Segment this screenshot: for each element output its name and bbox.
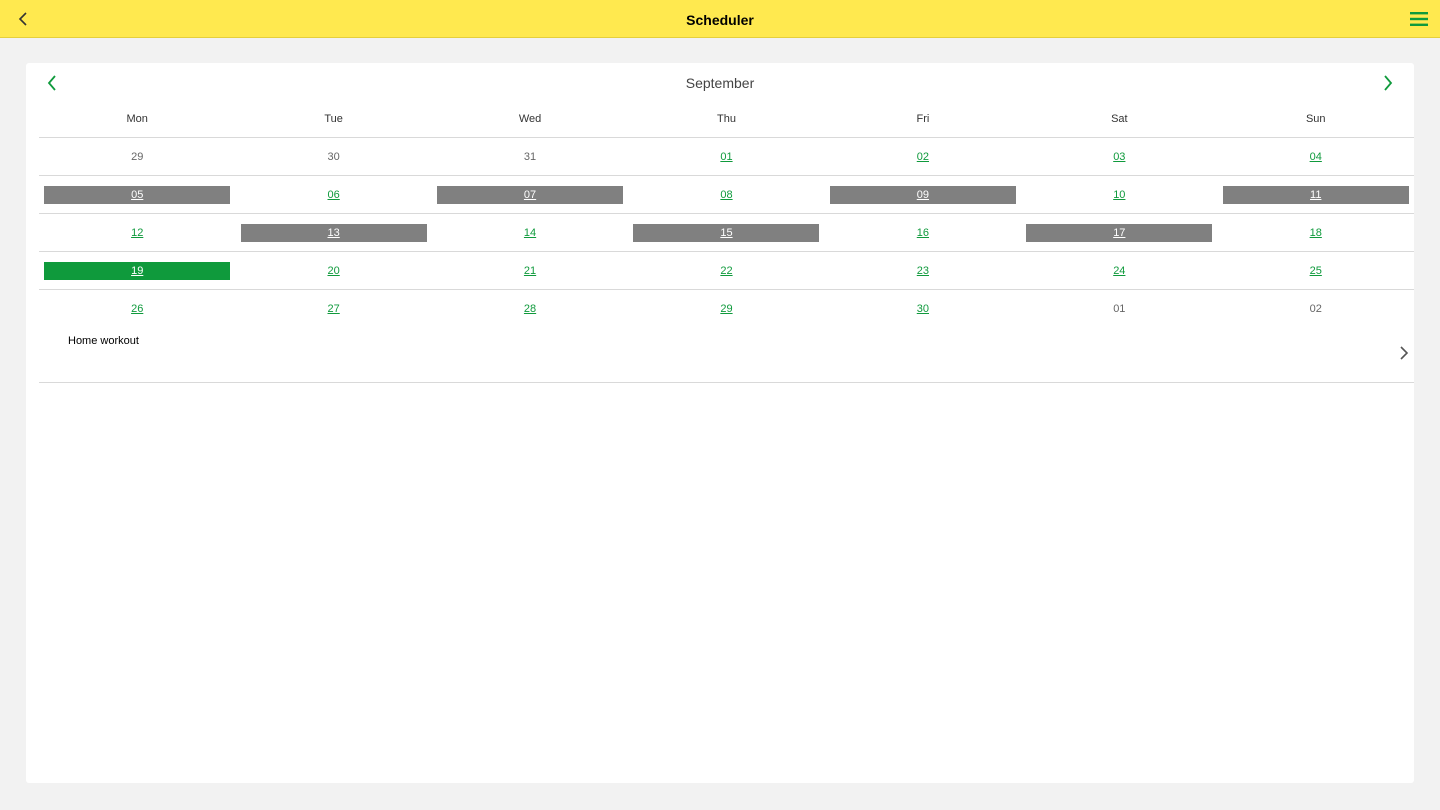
calendar-day-link[interactable]: 06 (241, 186, 427, 204)
calendar-day-other: 29 (131, 150, 144, 163)
calendar-day-cell: 23 (825, 252, 1021, 289)
weekday-label: Mon (126, 113, 148, 125)
calendar-day-link[interactable]: 20 (241, 262, 427, 280)
next-month-button[interactable] (1376, 71, 1400, 95)
calendar-day-cell: 01 (628, 138, 824, 175)
calendar-weeks: 29 30 31 01 02 03 04 05 06 07 08 09 10 11 12 13 14 15 16 17… (39, 138, 1414, 327)
calendar-day-cell: 02 (825, 138, 1021, 175)
calendar-day-cell: 27 (235, 290, 431, 327)
event-label: Home workout (68, 335, 139, 347)
calendar-day-cell: 02 (1218, 290, 1414, 327)
calendar-day-link[interactable]: 22 (633, 262, 819, 280)
calendar-day-link[interactable]: 28 (437, 300, 623, 318)
calendar-day-link[interactable]: 16 (830, 224, 1016, 242)
calendar-day-cell: 01 (1021, 290, 1217, 327)
calendar-week-row: 26 27 28 29 30 01 02 (39, 290, 1414, 327)
calendar-day-link[interactable]: 04 (1223, 148, 1409, 166)
calendar-day-cell: 16 (825, 214, 1021, 251)
weekday-label: Wed (518, 113, 542, 125)
weekday-label: Fri (916, 113, 930, 125)
calendar-day-cell: 10 (1021, 176, 1217, 213)
calendar-day-cell: 17 (1021, 214, 1217, 251)
calendar-day-link[interactable]: 27 (241, 300, 427, 318)
weekday-label: Tue (324, 113, 343, 125)
calendar-day-other: 02 (1309, 302, 1322, 315)
calendar-day-cell: 24 (1021, 252, 1217, 289)
calendar-day-cell: 29 (39, 138, 235, 175)
calendar-day-cell: 15 (628, 214, 824, 251)
chevron-right-icon (1398, 345, 1410, 361)
calendar-day-link[interactable]: 29 (633, 300, 819, 318)
calendar-day-cell: 31 (432, 138, 628, 175)
calendar-week-row: 19 20 21 22 23 24 25 (39, 252, 1414, 290)
calendar-grid: Mon Tue Wed Thu Fri Sat Sun 29 30 31 01 02 03… (39, 101, 1414, 327)
calendar-day-cell: 06 (235, 176, 431, 213)
calendar-day-link[interactable]: 14 (437, 224, 623, 242)
calendar-day-workout[interactable]: 05 (44, 185, 231, 204)
calendar-day-cell: 03 (1021, 138, 1217, 175)
calendar-day-cell: 19 (39, 252, 235, 289)
calendar-day-cell: 22 (628, 252, 824, 289)
calendar-day-cell: 25 (1218, 252, 1414, 289)
weekday-label: Sat (1111, 113, 1128, 125)
month-header: September (26, 63, 1414, 101)
month-title: September (685, 75, 755, 91)
calendar-day-cell: 21 (432, 252, 628, 289)
calendar-day-workout[interactable]: 13 (240, 223, 427, 242)
calendar-day-link[interactable]: 26 (44, 300, 230, 318)
calendar-panel: September Mon Tue Wed Thu Fri Sat Sun 29… (26, 63, 1414, 783)
calendar-day-other: 30 (327, 150, 340, 163)
weekday-label: Thu (716, 113, 736, 125)
calendar-day-cell: 26 (39, 290, 235, 327)
calendar-week-row: 29 30 31 01 02 03 04 (39, 138, 1414, 176)
calendar-day-link[interactable]: 10 (1026, 186, 1212, 204)
calendar-day-cell: 12 (39, 214, 235, 251)
calendar-day-cell: 28 (432, 290, 628, 327)
calendar-day-workout[interactable]: 17 (1026, 223, 1213, 242)
calendar-day-workout[interactable]: 07 (437, 185, 624, 204)
calendar-day-cell: 18 (1218, 214, 1414, 251)
weekday-label: Sun (1305, 113, 1326, 125)
calendar-day-link[interactable]: 01 (633, 148, 819, 166)
calendar-day-link[interactable]: 02 (830, 148, 1016, 166)
calendar-day-link[interactable]: 21 (437, 262, 623, 280)
calendar-day-workout[interactable]: 15 (633, 223, 820, 242)
top-app-bar: Scheduler (0, 0, 1440, 38)
calendar-day-link[interactable]: 18 (1223, 224, 1409, 242)
calendar-day-link[interactable]: 23 (830, 262, 1016, 280)
calendar-day-today[interactable]: 19 (44, 261, 231, 280)
calendar-day-other: 31 (523, 150, 537, 163)
calendar-day-other: 01 (1113, 302, 1126, 315)
hamburger-menu-icon (1410, 12, 1428, 26)
calendar-day-cell: 30 (825, 290, 1021, 327)
calendar-day-cell: 11 (1218, 176, 1414, 213)
calendar-day-link[interactable]: 30 (830, 300, 1016, 318)
calendar-week-row: 12 13 14 15 16 17 18 (39, 214, 1414, 252)
calendar-day-workout[interactable]: 11 (1222, 185, 1409, 204)
menu-button[interactable] (1406, 6, 1432, 32)
calendar-day-cell: 13 (235, 214, 431, 251)
chevron-right-icon (1384, 75, 1393, 91)
calendar-day-link[interactable]: 12 (44, 224, 230, 242)
weekday-header-row: Mon Tue Wed Thu Fri Sat Sun (39, 101, 1414, 138)
event-item-home-workout[interactable]: Home workout (39, 325, 1414, 382)
calendar-day-cell: 30 (235, 138, 431, 175)
calendar-day-link[interactable]: 03 (1026, 148, 1212, 166)
calendar-day-cell: 09 (825, 176, 1021, 213)
calendar-day-cell: 04 (1218, 138, 1414, 175)
calendar-day-cell: 14 (432, 214, 628, 251)
calendar-day-cell: 29 (628, 290, 824, 327)
app-title: Scheduler (686, 12, 754, 28)
calendar-day-cell: 07 (432, 176, 628, 213)
event-list: Home workout (39, 325, 1414, 383)
calendar-day-cell: 05 (39, 176, 235, 213)
calendar-week-row: 05 06 07 08 09 10 11 (39, 176, 1414, 214)
calendar-day-cell: 20 (235, 252, 431, 289)
calendar-day-link[interactable]: 24 (1026, 262, 1212, 280)
calendar-day-link[interactable]: 25 (1223, 262, 1409, 280)
calendar-day-workout[interactable]: 09 (829, 185, 1016, 204)
calendar-day-cell: 08 (628, 176, 824, 213)
calendar-day-link[interactable]: 08 (633, 186, 819, 204)
